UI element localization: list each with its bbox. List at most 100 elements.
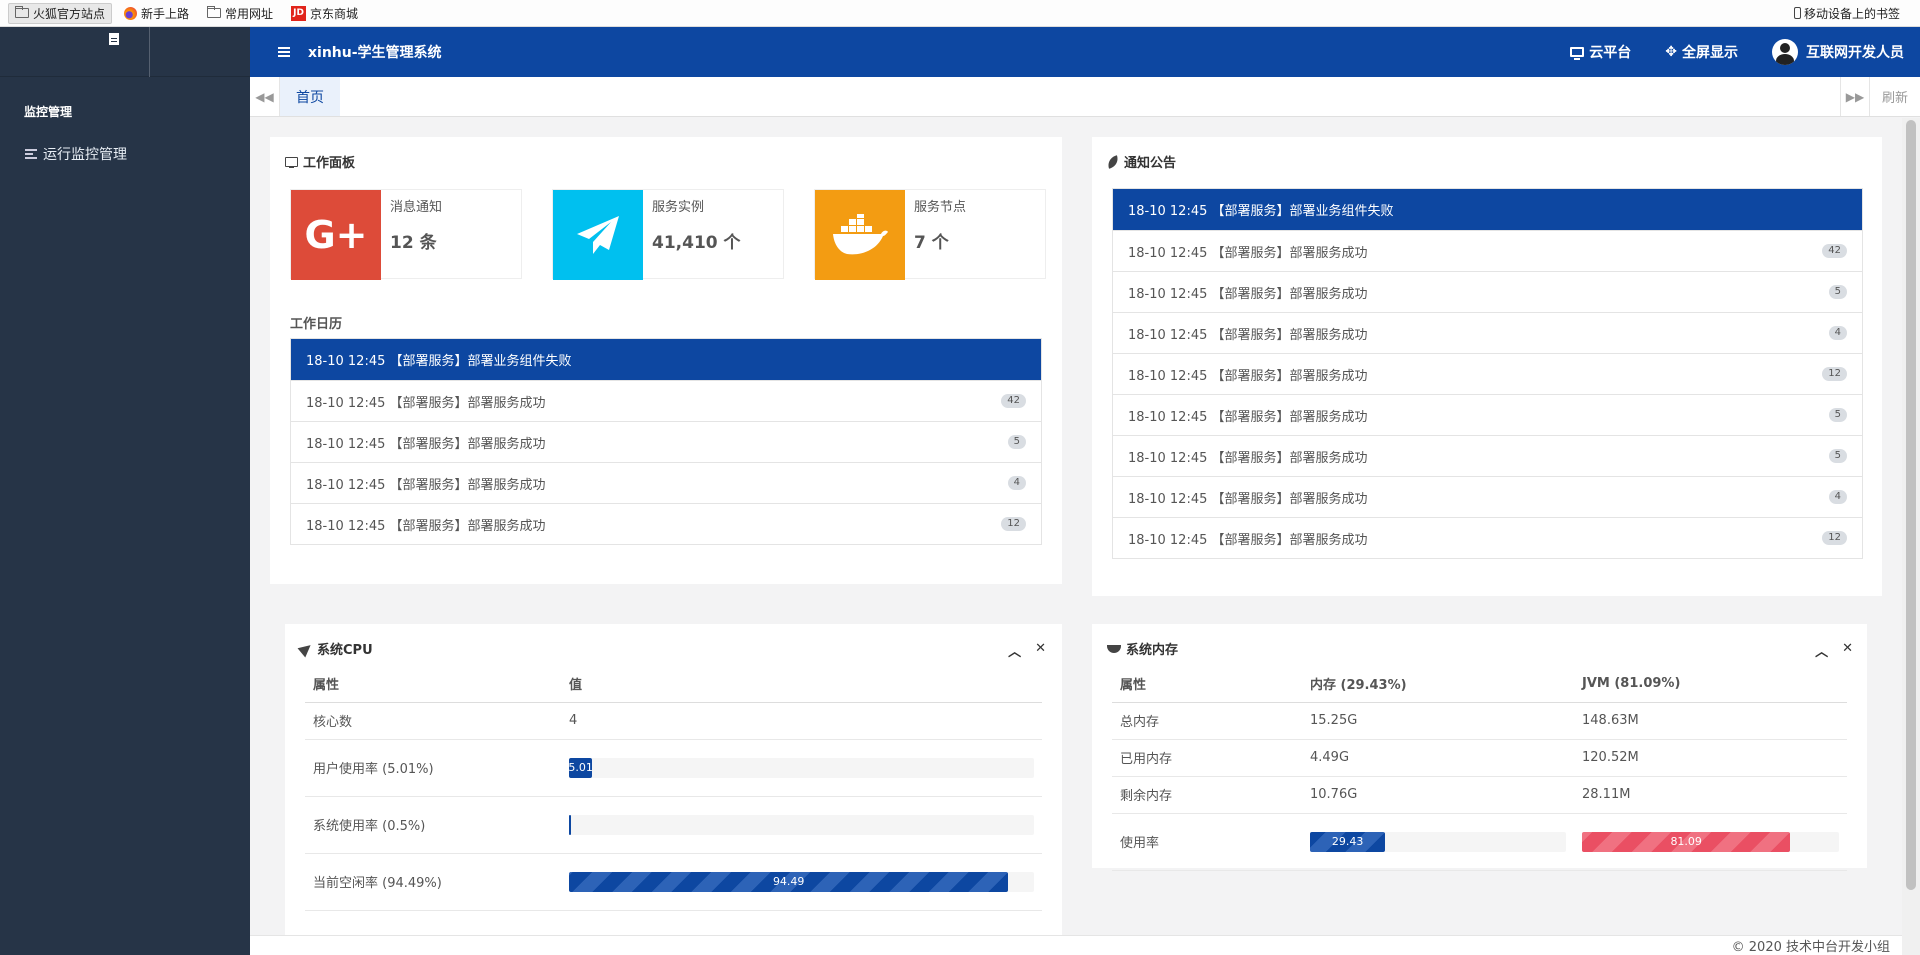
workbench-panel: 工作面板 G+ 消息通知 12 条 服务实例 41,410 个 服务节点 7 个… (270, 137, 1062, 584)
leaf-icon (1105, 154, 1121, 169)
logo[interactable] (0, 27, 150, 77)
sidebar-item-monitor[interactable]: 运行监控管理 (0, 120, 250, 164)
list-item[interactable]: 18-10 12:45 【部署服务】部署服务成功 4 (1113, 476, 1862, 517)
progress-track: 5.01 (568, 757, 1034, 778)
count-badge: 12 (1001, 517, 1026, 531)
list-item[interactable]: 18-10 12:45 【部署服务】部署服务成功 12 (1113, 517, 1862, 558)
tab-scroll-right-button[interactable]: ▶▶ (1840, 77, 1870, 116)
table-cell: 148.63M (1574, 702, 1847, 740)
table-row: 系统使用率 (0.5%) (305, 796, 1042, 854)
stat-label: 服务节点 (914, 200, 967, 215)
refresh-button[interactable]: 刷新 (1870, 77, 1920, 116)
bookmark-label: 新手上路 (141, 6, 190, 21)
sidebar-section-title: 监控管理 (24, 105, 73, 119)
list-item[interactable]: 18-10 12:45 【部署服务】部署服务成功 42 (1113, 230, 1862, 271)
cpu-table: 属性 值 核心数 4 用户使用率 (5.01%) 5.01 系统使用率 (0.5… (305, 666, 1042, 911)
list-item[interactable]: 18-10 12:45 【部署服务】部署业务组件失败 (1113, 189, 1862, 230)
sidebar-logo-area (0, 27, 250, 77)
table-cell: 28.11M (1574, 776, 1847, 814)
arrows-expand-icon: ✥ (1665, 44, 1677, 60)
panel-title: 通知公告 (1105, 152, 1176, 171)
list-item[interactable]: 18-10 12:45 【部署服务】部署服务成功 5 (291, 421, 1041, 462)
progress-track: 81.09 (1582, 831, 1839, 852)
monitor-icon (1570, 47, 1585, 60)
progress-bar: 81.09 (1582, 831, 1791, 852)
count-badge: 5 (1828, 408, 1847, 422)
count-badge: 12 (1822, 531, 1847, 545)
phone-icon (1793, 7, 1801, 19)
cloud-platform-button[interactable]: 云平台 (1570, 42, 1631, 62)
table-header: JVM (81.09%) (1574, 666, 1847, 703)
list-item[interactable]: 18-10 12:45 【部署服务】部署服务成功 4 (291, 462, 1041, 503)
stat-card-instances[interactable]: 服务实例 41,410 个 (552, 189, 784, 280)
fullscreen-button[interactable]: ✥ 全屏显示 (1665, 42, 1738, 62)
page-scrollbar[interactable] (1902, 118, 1920, 955)
table-cell: 120.52M (1574, 739, 1847, 777)
list-icon (25, 149, 37, 159)
table-cell: 10.76G (1302, 776, 1574, 814)
table-cell: 核心数 (305, 702, 561, 740)
tab-scroll-left-button[interactable]: ◀◀ (250, 77, 280, 116)
table-header: 属性 (305, 666, 561, 703)
progress-bar: 5.01 (568, 757, 593, 778)
jd-icon: JD (291, 5, 307, 21)
list-item[interactable]: 18-10 12:45 【部署服务】部署服务成功 5 (1113, 394, 1862, 435)
list-item[interactable]: 18-10 12:45 【部署服务】部署服务成功 42 (291, 380, 1041, 421)
user-name[interactable]: 互联网开发人员 (1806, 42, 1904, 62)
stat-card-nodes[interactable]: 服务节点 7 个 (814, 189, 1046, 280)
progress-track: 29.43 (1310, 831, 1566, 852)
table-cell: 系统使用率 (0.5%) (305, 796, 561, 854)
bookmark-firefox-official[interactable]: 火狐官方站点 (8, 2, 113, 24)
avatar[interactable] (1772, 39, 1798, 65)
table-cell: 使用率 (1112, 813, 1302, 871)
bookmark-getting-started[interactable]: 新手上路 (118, 3, 195, 24)
menu-toggle-icon[interactable] (278, 47, 290, 57)
stat-label: 服务实例 (652, 200, 705, 215)
notice-list: 18-10 12:45 【部署服务】部署业务组件失败 18-10 12:45 【… (1112, 188, 1863, 559)
table-header: 内存 (29.43%) (1302, 666, 1574, 703)
count-badge: 4 (1007, 476, 1026, 490)
memory-table: 属性 内存 (29.43%) JVM (81.09%) 总内存 15.25G 1… (1112, 666, 1847, 871)
collapse-icon[interactable]: ︿ (1815, 641, 1828, 660)
list-item[interactable]: 18-10 12:45 【部署服务】部署业务组件失败 (291, 339, 1041, 380)
calendar-list: 18-10 12:45 【部署服务】部署业务组件失败 18-10 12:45 【… (290, 338, 1042, 545)
bookmark-jd[interactable]: JD 京东商城 (285, 3, 364, 24)
notice-panel: 通知公告 18-10 12:45 【部署服务】部署业务组件失败 18-10 12… (1092, 137, 1882, 596)
list-item[interactable]: 18-10 12:45 【部署服务】部署服务成功 12 (291, 503, 1041, 544)
progress-bar: 94.49 (569, 871, 1009, 892)
list-item[interactable]: 18-10 12:45 【部署服务】部署服务成功 5 (1113, 435, 1862, 476)
double-left-icon: ◀◀ (255, 89, 274, 104)
bookmark-label: 火狐官方站点 (33, 6, 106, 21)
folder-icon (207, 6, 222, 18)
footer: © 2020 技术中台开发小组 (250, 935, 1902, 955)
table-cell: 已用内存 (1112, 739, 1302, 777)
bookmark-label: 移动设备上的书签 (1803, 6, 1900, 21)
list-item[interactable]: 18-10 12:45 【部署服务】部署服务成功 5 (1113, 271, 1862, 312)
close-icon[interactable]: ✕ (1035, 641, 1046, 660)
fullscreen-label: 全屏显示 (1682, 45, 1738, 61)
monitor-icon (285, 156, 298, 168)
ship-icon (1107, 644, 1121, 653)
table-cell: 4.49G (1302, 739, 1574, 777)
table-cell: 15.25G (1302, 702, 1574, 740)
tab-home[interactable]: 首页 (280, 77, 340, 116)
list-item[interactable]: 18-10 12:45 【部署服务】部署服务成功 12 (1113, 353, 1862, 394)
close-icon[interactable]: ✕ (1842, 641, 1853, 660)
scrollbar-thumb[interactable] (1906, 120, 1916, 890)
panel-title: 系统内存 (1107, 639, 1178, 658)
bookmark-mobile[interactable]: 移动设备上的书签 (1788, 3, 1906, 24)
bookmark-common-sites[interactable]: 常用网址 (201, 3, 279, 24)
sidebar: 监控管理 运行监控管理 (0, 27, 250, 955)
stat-card-messages[interactable]: G+ 消息通知 12 条 (290, 189, 522, 280)
stat-value: 7 个 (914, 233, 949, 253)
table-cell: 总内存 (1112, 702, 1302, 740)
count-badge: 4 (1828, 326, 1847, 340)
google-plus-icon: G+ (304, 213, 368, 257)
collapse-icon[interactable]: ︿ (1008, 641, 1021, 660)
progress-bar (569, 814, 572, 835)
table-cell: 当前空闲率 (94.49%) (305, 853, 561, 911)
count-badge: 42 (1001, 394, 1026, 408)
list-item[interactable]: 18-10 12:45 【部署服务】部署服务成功 4 (1113, 312, 1862, 353)
progress-track: 94.49 (569, 871, 1034, 892)
paper-plane-icon (297, 640, 315, 657)
